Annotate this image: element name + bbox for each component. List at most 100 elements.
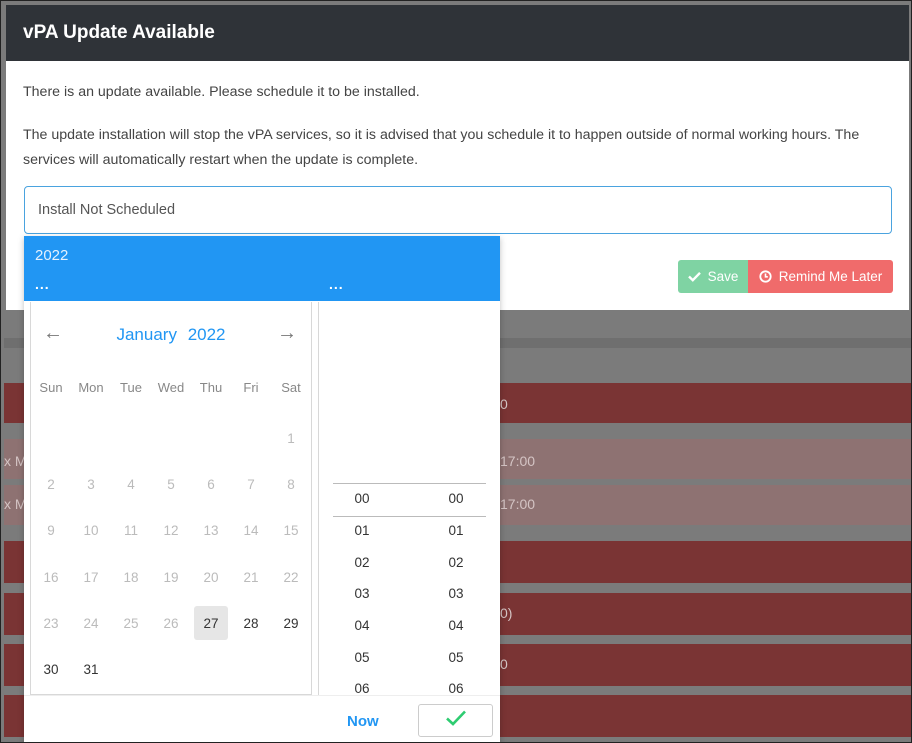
calendar-month[interactable]: January	[116, 325, 176, 344]
time-list: 00 00 01 01 02 02 03 03 04 04 05 05 06 06	[333, 483, 486, 705]
background-text: 17:00	[500, 496, 536, 512]
weekday-label: Wed	[157, 380, 185, 395]
calendar-empty-cell	[31, 415, 71, 461]
calendar-day[interactable]: 25	[111, 600, 151, 646]
calendar-day[interactable]: 8	[271, 461, 311, 507]
calendar-day[interactable]: 4	[111, 461, 151, 507]
calendar-day-label: 9	[47, 523, 55, 539]
calendar-day[interactable]: 28	[231, 600, 271, 646]
calendar-day-label: 16	[43, 569, 59, 585]
time-selector: 00 00 01 01 02 02 03 03 04 04 05 05 06 06	[318, 302, 500, 696]
minute-option[interactable]: 03	[409, 586, 485, 601]
weekday-label: Sat	[281, 380, 301, 395]
minute-option[interactable]: 04	[409, 618, 485, 633]
calendar-day[interactable]: 19	[151, 554, 191, 600]
now-button[interactable]: Now	[347, 713, 379, 730]
calendar-empty-cell	[151, 646, 191, 692]
calendar-day[interactable]: 2	[31, 461, 71, 507]
hour-option[interactable]: 05	[333, 650, 409, 665]
calendar-day-label: 8	[287, 476, 295, 492]
calendar-month-title[interactable]: January 2022	[31, 325, 311, 345]
calendar-year[interactable]: 2022	[188, 325, 226, 344]
calendar-day-label: 11	[123, 523, 138, 539]
calendar-day[interactable]: 15	[271, 508, 311, 554]
hour-option[interactable]: 02	[333, 555, 409, 570]
calendar-day[interactable]: 1	[271, 415, 311, 461]
save-button[interactable]: Save	[678, 260, 748, 293]
calendar-day-label: 24	[83, 615, 99, 631]
weekday-label: Sun	[39, 380, 63, 395]
picker-footer: Now	[24, 695, 500, 742]
minute-option[interactable]: 00	[409, 491, 485, 506]
calendar-day-label: 1	[287, 430, 295, 446]
minute-option[interactable]: 01	[409, 523, 485, 538]
calendar-day[interactable]: 23	[31, 600, 71, 646]
schedule-input-placeholder: Install Not Scheduled	[38, 202, 176, 218]
weekday-label: Tue	[120, 380, 142, 395]
calendar-day-label: 20	[203, 569, 219, 585]
calendar-day-label: 2	[47, 476, 55, 492]
calendar-day[interactable]: 21	[231, 554, 271, 600]
weekday-header: Sun Mon Tue Wed Thu Fri Sat	[31, 380, 311, 395]
hour-option[interactable]: 04	[333, 618, 409, 633]
calendar-empty-cell	[111, 646, 151, 692]
calendar-day-label: 4	[127, 476, 135, 492]
calendar-day[interactable]: 20	[191, 554, 231, 600]
calendar-day[interactable]: 11	[111, 508, 151, 554]
picker-header-date[interactable]: ...	[35, 276, 50, 292]
calendar-day-label: 17	[83, 569, 99, 585]
calendar-day[interactable]: 6	[191, 461, 231, 507]
calendar-day[interactable]: 29	[271, 600, 311, 646]
calendar-day-label: 23	[43, 615, 59, 631]
minute-option[interactable]: 05	[409, 650, 485, 665]
time-row: 00 00	[333, 483, 486, 515]
schedule-input[interactable]: Install Not Scheduled	[24, 186, 892, 234]
calendar-day[interactable]: 22	[271, 554, 311, 600]
calendar-empty-cell	[231, 646, 271, 692]
calendar-day[interactable]: 5	[151, 461, 191, 507]
calendar-day[interactable]: 30	[31, 646, 71, 692]
arrow-right-icon[interactable]: →	[277, 322, 297, 345]
calendar-day[interactable]: 14	[231, 508, 271, 554]
calendar-day[interactable]: 31	[71, 646, 111, 692]
calendar-day-label: 18	[123, 569, 139, 585]
calendar-day[interactable]: 12	[151, 508, 191, 554]
calendar-day-label: 6	[207, 476, 215, 492]
calendar-day[interactable]: 16	[31, 554, 71, 600]
calendar-day[interactable]: 26	[151, 600, 191, 646]
calendar-day-label: 27	[203, 615, 219, 631]
hour-option[interactable]: 01	[333, 523, 409, 538]
calendar-day-label: 14	[243, 523, 259, 539]
background-text: 0	[500, 396, 508, 412]
background-text: 17:00	[500, 453, 536, 469]
weekday-label: Fri	[243, 380, 259, 395]
check-icon	[687, 271, 701, 282]
calendar-day[interactable]: 10	[71, 508, 111, 554]
time-row: 03 03	[333, 578, 486, 610]
calendar-day-label: 22	[283, 569, 299, 585]
time-row: 04 04	[333, 610, 486, 642]
calendar-day[interactable]: 7	[231, 461, 271, 507]
calendar-day[interactable]: 13	[191, 508, 231, 554]
hour-option[interactable]: 03	[333, 586, 409, 601]
calendar-day[interactable]: 27	[191, 600, 231, 646]
picker-header-year[interactable]: 2022	[35, 247, 68, 264]
hour-option[interactable]: 00	[333, 491, 409, 506]
remind-me-later-button[interactable]: Remind Me Later	[748, 260, 893, 293]
calendar-empty-cell	[151, 415, 191, 461]
calendar-day-label: 30	[43, 662, 59, 678]
minute-option[interactable]: 02	[409, 555, 485, 570]
calendar-day[interactable]: 3	[71, 461, 111, 507]
calendar-day[interactable]: 17	[71, 554, 111, 600]
calendar-day-label: 31	[83, 662, 99, 678]
calendar-day-label: 28	[243, 615, 259, 631]
calendar-empty-cell	[231, 415, 271, 461]
calendar-day[interactable]: 18	[111, 554, 151, 600]
confirm-button[interactable]	[418, 704, 493, 737]
calendar-day-label: 12	[163, 523, 179, 539]
calendar-day[interactable]: 9	[31, 508, 71, 554]
picker-header: 2022 ... ...	[24, 236, 500, 301]
calendar-day[interactable]: 24	[71, 600, 111, 646]
modal-title: vPA Update Available	[6, 5, 909, 61]
picker-header-time[interactable]: ...	[329, 276, 344, 292]
